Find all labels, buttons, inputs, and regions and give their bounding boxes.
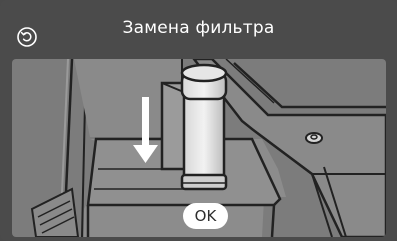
header: Замена фильтра: [0, 0, 397, 56]
ok-button[interactable]: OK: [183, 203, 228, 229]
page-title: Замена фильтра: [122, 18, 275, 38]
filter-replacement-screen: Замена фильтра OK: [0, 0, 397, 241]
